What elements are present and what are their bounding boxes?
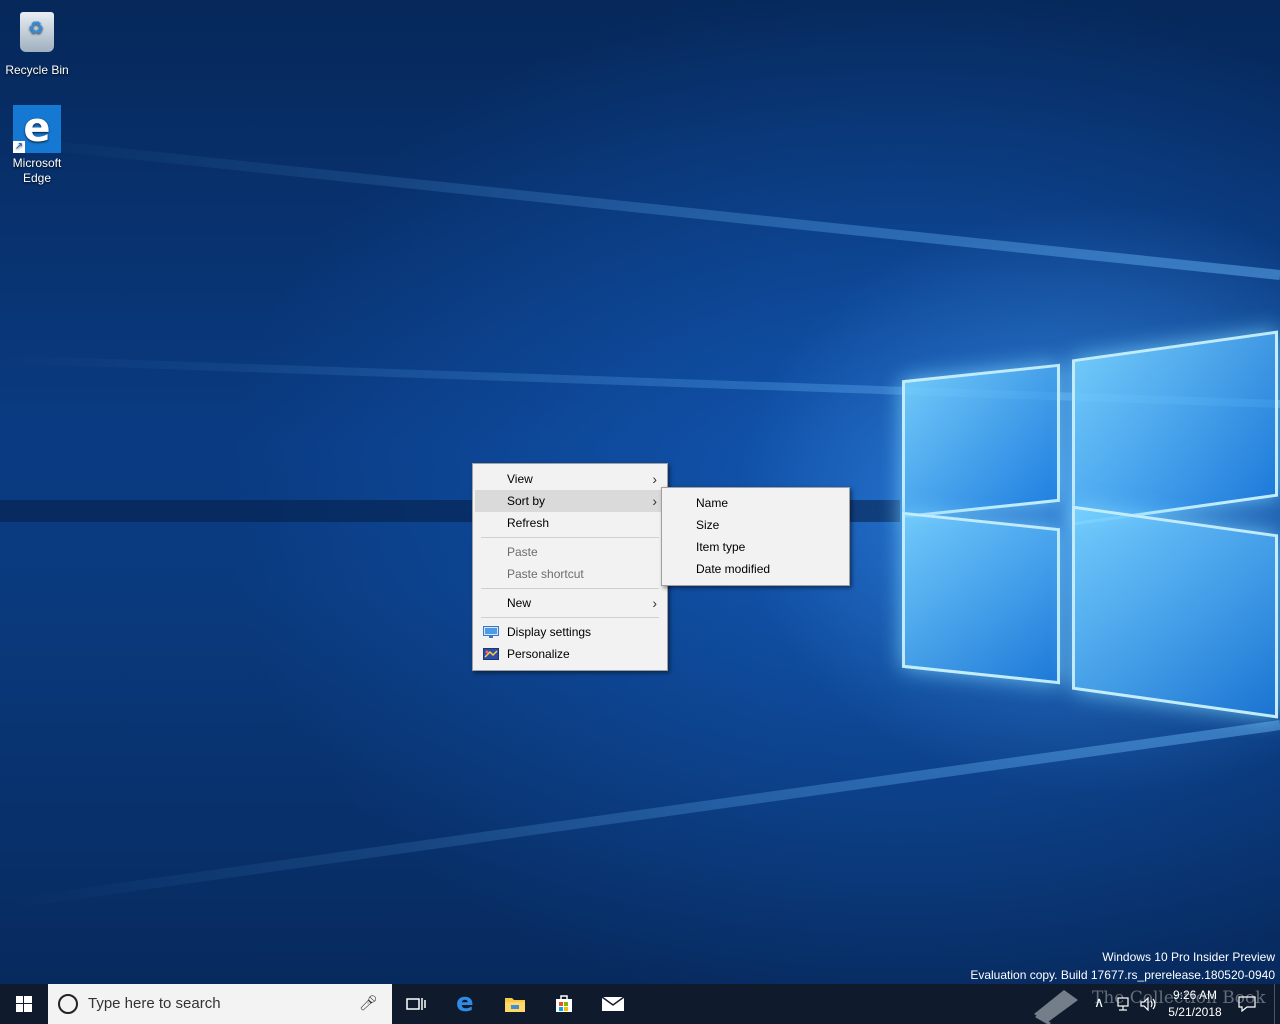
chevron-right-icon: › (652, 471, 657, 487)
menu-item-label: View (507, 472, 533, 486)
volume-icon (1140, 997, 1156, 1011)
chevron-right-icon: › (652, 493, 657, 509)
sort-item-name[interactable]: Name (664, 492, 847, 514)
microphone-icon[interactable]: 🎤︎ (359, 994, 378, 1012)
chevron-up-icon: ∧ (1094, 994, 1105, 1010)
light-beam (11, 720, 1280, 909)
taskbar-search-box[interactable]: Type here to search 🎤︎ (48, 984, 392, 1024)
build-watermark-line1: Windows 10 Pro Insider Preview (1102, 950, 1275, 964)
sort-by-submenu: Name Size Item type Date modified (661, 487, 850, 586)
menu-item-label: Refresh (507, 516, 550, 530)
build-watermark-line2: Evaluation copy. Build 17677.rs_prerelea… (970, 968, 1275, 982)
store-icon (556, 995, 572, 1012)
menu-item-sort-by[interactable]: Sort by › (475, 490, 665, 512)
menu-item-label: Name (696, 496, 729, 510)
volume-button[interactable] (1138, 984, 1160, 1024)
taskbar-edge-button[interactable]: e (442, 984, 490, 1024)
taskbar-file-explorer-button[interactable] (491, 984, 539, 1024)
sort-item-size[interactable]: Size (664, 514, 847, 536)
menu-separator (481, 617, 659, 618)
menu-item-paste[interactable]: Paste (475, 541, 665, 563)
menu-item-label: Sort by (507, 494, 546, 508)
menu-item-label: Display settings (507, 625, 592, 639)
menu-item-view[interactable]: View › (475, 468, 665, 490)
clock-time: 9:26 AM (1172, 988, 1218, 1002)
menu-separator (481, 537, 659, 538)
desktop-icon-label: Microsoft Edge (0, 156, 74, 186)
logo-pane-top-left (902, 363, 1060, 519)
search-placeholder: Type here to search (88, 995, 221, 1012)
menu-item-paste-shortcut[interactable]: Paste shortcut (475, 563, 665, 585)
windows-logo-icon (16, 996, 32, 1012)
personalize-icon (483, 648, 499, 660)
edge-icon: e (456, 988, 474, 1018)
task-view-button[interactable] (392, 984, 440, 1024)
sort-item-date-modified[interactable]: Date modified (664, 558, 847, 580)
logo-pane-bottom-left (902, 511, 1060, 685)
cortana-icon (58, 994, 78, 1014)
menu-item-label: New (507, 596, 532, 610)
file-explorer-icon (505, 998, 525, 1012)
notifications-icon (1238, 996, 1256, 1012)
menu-item-label: Paste shortcut (507, 567, 584, 581)
taskbar: Type here to search 🎤︎ e The Collection … (0, 984, 1280, 1024)
desktop-icon-label: Recycle Bin (5, 63, 69, 77)
menu-item-personalize[interactable]: Personalize (475, 643, 665, 665)
light-beam (6, 136, 1280, 280)
logo-pane-top-right (1072, 330, 1278, 526)
menu-item-label: Date modified (696, 562, 771, 576)
mail-icon (601, 996, 625, 1011)
edge-icon: e ↗ (13, 105, 61, 153)
menu-item-refresh[interactable]: Refresh (475, 512, 665, 534)
menu-item-label: Personalize (507, 647, 570, 661)
recycle-bin-icon (13, 12, 61, 60)
show-hidden-icons-button[interactable]: ∧ (1090, 984, 1110, 1024)
start-button[interactable] (0, 984, 48, 1024)
edge-label-line2: Edge (22, 171, 52, 185)
taskbar-store-button[interactable] (540, 984, 588, 1024)
task-view-icon (406, 998, 426, 1010)
network-icon (1117, 997, 1129, 1011)
menu-item-label: Size (696, 518, 720, 532)
display-settings-icon (483, 626, 499, 638)
edge-label-line1: Microsoft (12, 156, 62, 170)
desktop-context-menu: View › Sort by › Refresh Paste Paste sho… (472, 463, 668, 671)
desktop-icon-microsoft-edge[interactable]: e ↗ Microsoft Edge (0, 105, 74, 186)
desktop-icon-recycle-bin[interactable]: Recycle Bin (0, 8, 74, 78)
shortcut-arrow-icon: ↗ (13, 141, 25, 153)
menu-item-display-settings[interactable]: Display settings (475, 621, 665, 643)
taskbar-mail-button[interactable] (589, 984, 637, 1024)
book-logo-icon (1034, 990, 1078, 1024)
chevron-right-icon: › (652, 595, 657, 611)
sort-item-item-type[interactable]: Item type (664, 536, 847, 558)
clock-date: 5/21/2018 (1168, 1005, 1222, 1019)
clock-button[interactable]: 9:26 AM 5/21/2018 (1162, 984, 1228, 1024)
menu-separator (481, 588, 659, 589)
menu-item-new[interactable]: New › (475, 592, 665, 614)
menu-item-label: Paste (507, 545, 538, 559)
menu-item-label: Item type (696, 540, 746, 554)
logo-pane-bottom-right (1072, 505, 1278, 719)
network-button[interactable] (1114, 984, 1136, 1024)
action-center-button[interactable] (1230, 984, 1270, 1024)
show-desktop-button[interactable] (1274, 984, 1280, 1024)
